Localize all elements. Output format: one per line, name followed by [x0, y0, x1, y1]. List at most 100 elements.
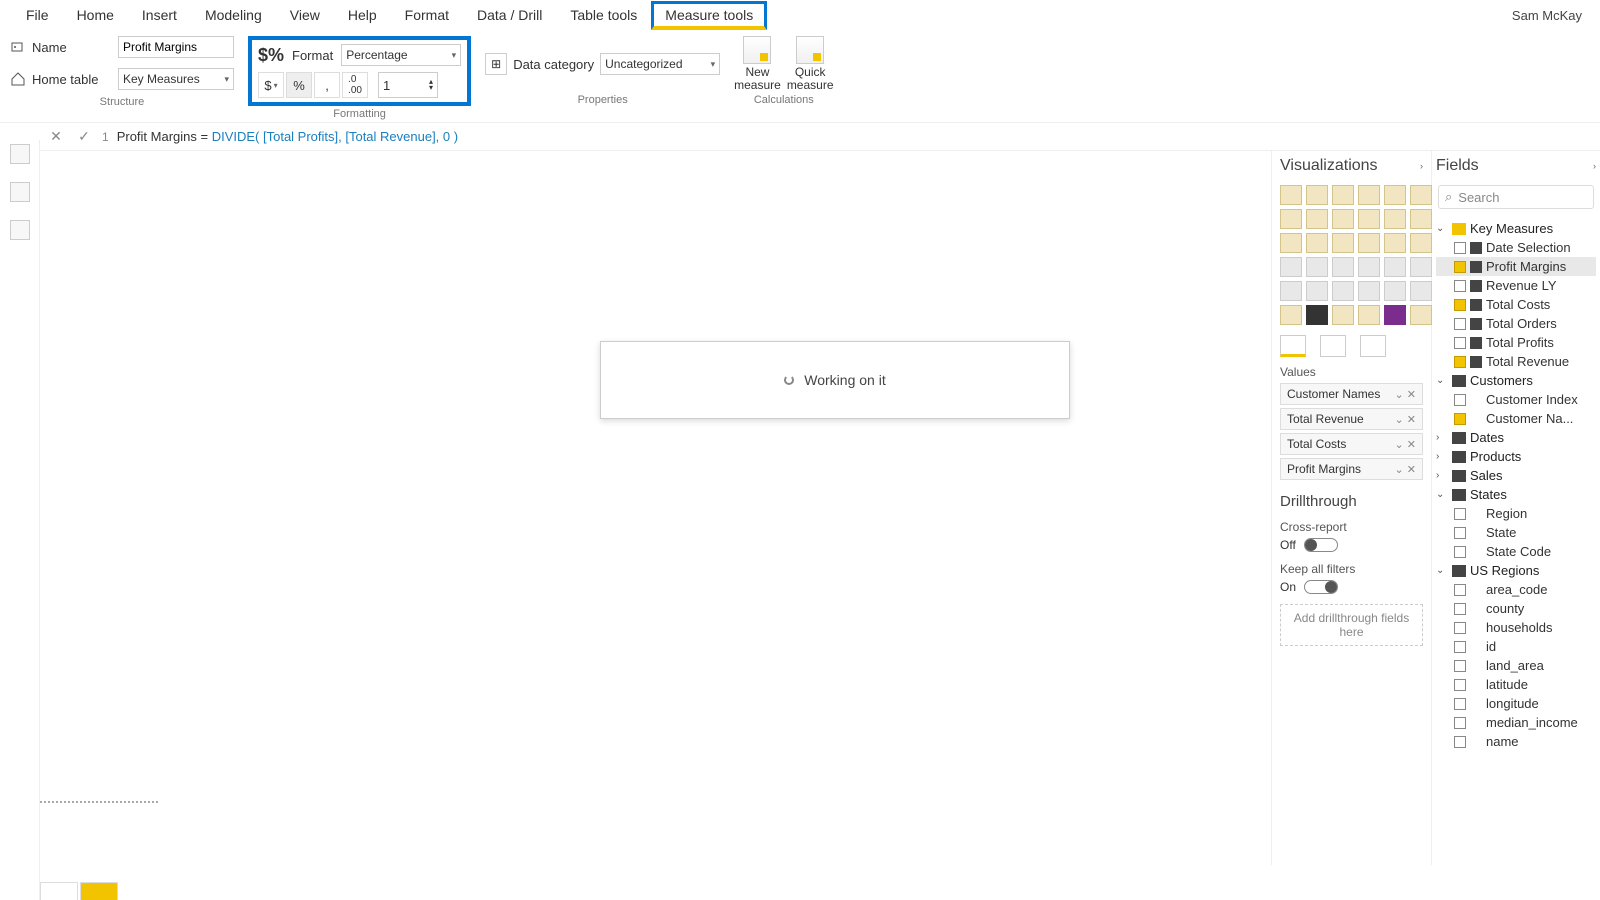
field-checkbox[interactable] [1454, 394, 1466, 406]
menu-view[interactable]: View [276, 1, 334, 30]
remove-field-icon[interactable]: ✕ [1407, 414, 1416, 426]
field-item[interactable]: latitude [1436, 675, 1596, 694]
table-node[interactable]: ›Sales [1436, 466, 1596, 485]
field-checkbox[interactable] [1454, 622, 1466, 634]
chevron-down-icon[interactable]: ⌄ [1395, 439, 1404, 451]
field-item[interactable]: Customer Index [1436, 390, 1596, 409]
menu-home[interactable]: Home [63, 1, 128, 30]
field-checkbox[interactable] [1454, 546, 1466, 558]
field-well[interactable]: Customer Names⌄ ✕ [1280, 383, 1423, 405]
menu-file[interactable]: File [12, 1, 63, 30]
visual-type-icon[interactable] [1410, 281, 1432, 301]
field-well[interactable]: Profit Margins⌄ ✕ [1280, 458, 1423, 480]
menu-format[interactable]: Format [391, 1, 463, 30]
decimal-places-spinner[interactable]: 1▴▾ [378, 72, 438, 98]
format-tab[interactable] [1320, 335, 1346, 357]
formula-bar[interactable]: ✕ ✓ 1 Profit Margins = DIVIDE( [Total Pr… [40, 123, 1600, 151]
thousands-button[interactable]: , [314, 72, 340, 98]
field-checkbox[interactable] [1454, 299, 1466, 311]
field-checkbox[interactable] [1454, 508, 1466, 520]
menu-help[interactable]: Help [334, 1, 391, 30]
field-checkbox[interactable] [1454, 679, 1466, 691]
visual-type-icon[interactable] [1384, 209, 1406, 229]
page-tab-active[interactable] [80, 882, 118, 900]
drillthrough-drop-area[interactable]: Add drillthrough fields here [1280, 604, 1423, 646]
field-well[interactable]: Total Costs⌄ ✕ [1280, 433, 1423, 455]
chevron-down-icon[interactable]: ⌄ [1395, 464, 1404, 476]
decimal-button[interactable]: .0.00 [342, 72, 368, 98]
visual-type-icon[interactable] [1280, 257, 1302, 277]
visual-type-icon[interactable] [1410, 305, 1432, 325]
data-view-button[interactable] [10, 182, 30, 202]
menu-table-tools[interactable]: Table tools [556, 1, 651, 30]
visual-type-icon[interactable] [1384, 305, 1406, 325]
table-node[interactable]: ⌄Customers [1436, 371, 1596, 390]
new-measure-button[interactable]: Newmeasure [734, 36, 781, 92]
field-checkbox[interactable] [1454, 584, 1466, 596]
field-item[interactable]: Total Costs [1436, 295, 1596, 314]
visual-type-icon[interactable] [1280, 233, 1302, 253]
chevron-down-icon[interactable]: ⌄ [1395, 389, 1404, 401]
field-item[interactable]: land_area [1436, 656, 1596, 675]
field-item[interactable]: Total Orders [1436, 314, 1596, 333]
field-item[interactable]: Customer Na... [1436, 409, 1596, 428]
model-view-button[interactable] [10, 220, 30, 240]
visual-type-icon[interactable] [1332, 305, 1354, 325]
expand-icon[interactable]: ⌄ [1436, 565, 1448, 576]
fields-tab[interactable] [1280, 335, 1306, 357]
field-checkbox[interactable] [1454, 413, 1466, 425]
visual-type-icon[interactable] [1384, 257, 1406, 277]
currency-button[interactable]: $▾ [258, 72, 284, 98]
visual-type-icon[interactable] [1384, 281, 1406, 301]
field-item[interactable]: Date Selection [1436, 238, 1596, 257]
field-item[interactable]: median_income [1436, 713, 1596, 732]
visual-type-icon[interactable] [1410, 185, 1432, 205]
measure-name-input[interactable] [118, 36, 234, 58]
expand-icon[interactable]: › [1436, 451, 1448, 462]
field-checkbox[interactable] [1454, 736, 1466, 748]
field-item[interactable]: Region [1436, 504, 1596, 523]
field-checkbox[interactable] [1454, 698, 1466, 710]
visual-type-icon[interactable] [1410, 209, 1432, 229]
field-item[interactable]: Revenue LY [1436, 276, 1596, 295]
visual-type-icon[interactable] [1332, 185, 1354, 205]
table-node[interactable]: ⌄Key Measures [1436, 219, 1596, 238]
field-item[interactable]: State Code [1436, 542, 1596, 561]
collapse-pane-icon[interactable]: › [1593, 161, 1596, 171]
field-checkbox[interactable] [1454, 660, 1466, 672]
visual-type-icon[interactable] [1306, 305, 1328, 325]
data-category-dropdown[interactable]: Uncategorized▾ [600, 53, 720, 75]
chevron-down-icon[interactable]: ⌄ [1395, 414, 1404, 426]
visual-type-icon[interactable] [1306, 233, 1328, 253]
visual-type-icon[interactable] [1306, 257, 1328, 277]
visual-type-icon[interactable] [1358, 185, 1380, 205]
expand-icon[interactable]: ⌄ [1436, 489, 1448, 500]
visual-type-icon[interactable] [1280, 185, 1302, 205]
remove-field-icon[interactable]: ✕ [1407, 389, 1416, 401]
visual-type-icon[interactable] [1280, 209, 1302, 229]
report-canvas[interactable]: Working on it [40, 151, 1272, 865]
visual-type-icon[interactable] [1358, 305, 1380, 325]
visual-type-icon[interactable] [1358, 281, 1380, 301]
home-table-dropdown[interactable]: Key Measures▾ [118, 68, 234, 90]
visual-type-icon[interactable] [1410, 257, 1432, 277]
field-checkbox[interactable] [1454, 280, 1466, 292]
visual-type-icon[interactable] [1384, 185, 1406, 205]
field-item[interactable]: name [1436, 732, 1596, 751]
field-checkbox[interactable] [1454, 261, 1466, 273]
remove-field-icon[interactable]: ✕ [1407, 464, 1416, 476]
commit-formula-button[interactable]: ✓ [74, 127, 94, 147]
menu-data-drill[interactable]: Data / Drill [463, 1, 556, 30]
visual-type-icon[interactable] [1384, 233, 1406, 253]
field-item[interactable]: area_code [1436, 580, 1596, 599]
percent-button[interactable]: % [286, 72, 312, 98]
keep-filters-toggle[interactable] [1304, 580, 1338, 594]
visual-type-icon[interactable] [1410, 233, 1432, 253]
field-checkbox[interactable] [1454, 318, 1466, 330]
visual-type-icon[interactable] [1306, 209, 1328, 229]
table-node[interactable]: ›Dates [1436, 428, 1596, 447]
expand-icon[interactable]: › [1436, 470, 1448, 481]
visual-type-icon[interactable] [1358, 209, 1380, 229]
field-checkbox[interactable] [1454, 527, 1466, 539]
field-item[interactable]: Profit Margins [1436, 257, 1596, 276]
